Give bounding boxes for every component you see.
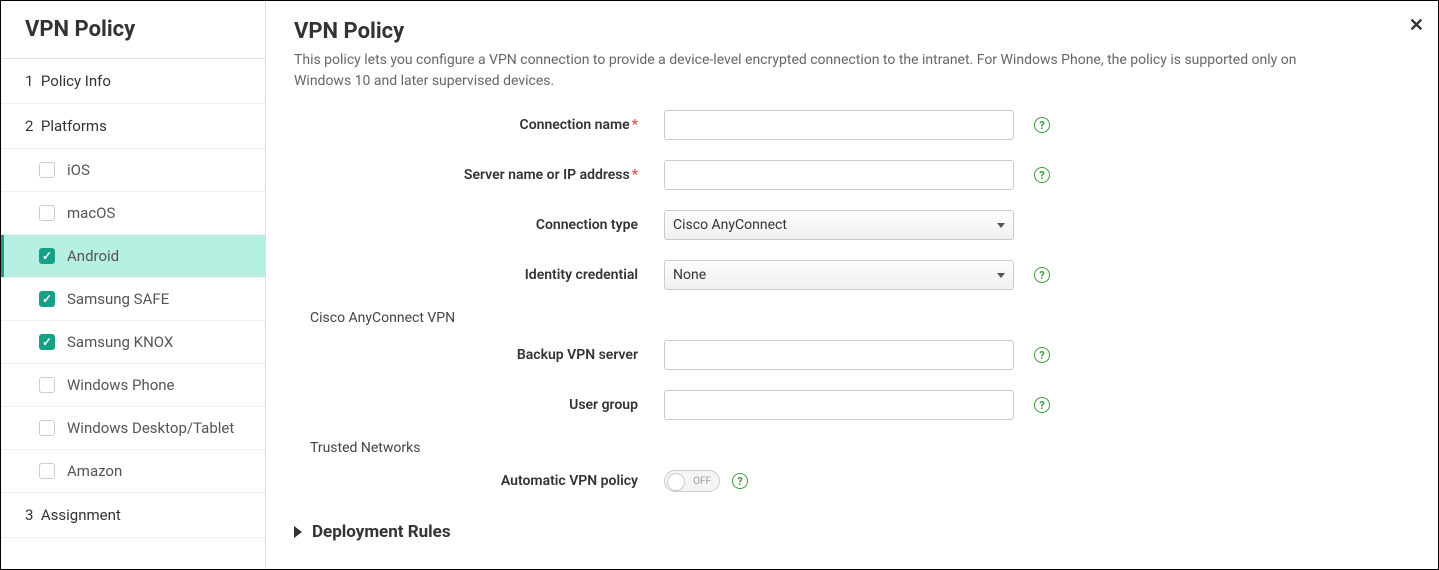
backup-vpn-input[interactable]	[664, 340, 1014, 370]
label-user-group: User group	[294, 397, 664, 413]
checkbox-icon[interactable]	[39, 205, 55, 221]
row-server-name: Server name or IP address* ?	[294, 160, 1410, 190]
auto-vpn-toggle[interactable]: OFF	[664, 470, 720, 492]
toggle-state: OFF	[693, 476, 711, 487]
help-icon[interactable]: ?	[732, 473, 748, 489]
label-server-name: Server name or IP address*	[294, 167, 664, 183]
label-connection-type: Connection type	[294, 217, 664, 233]
close-icon[interactable]: ✕	[1409, 15, 1424, 36]
platform-label: Samsung SAFE	[67, 290, 169, 308]
step-assignment[interactable]: 3 Assignment	[1, 493, 265, 538]
select-value: None	[673, 267, 706, 283]
sidebar-title: VPN Policy	[1, 1, 265, 59]
platform-windows-desktop[interactable]: Windows Desktop/Tablet	[1, 407, 265, 450]
label-auto-vpn: Automatic VPN policy	[294, 473, 664, 489]
row-auto-vpn: Automatic VPN policy OFF ?	[294, 470, 1410, 492]
row-connection-name: Connection name* ?	[294, 110, 1410, 140]
help-icon[interactable]: ?	[1034, 117, 1050, 133]
step-policy-info[interactable]: 1 Policy Info	[1, 59, 265, 104]
connection-name-input[interactable]	[664, 110, 1014, 140]
platform-samsung-safe[interactable]: Samsung SAFE	[1, 278, 265, 321]
row-backup-vpn: Backup VPN server ?	[294, 340, 1410, 370]
section-trusted: Trusted Networks	[310, 440, 1410, 456]
help-icon[interactable]: ?	[1034, 397, 1050, 413]
help-icon[interactable]: ?	[1034, 167, 1050, 183]
row-connection-type: Connection type Cisco AnyConnect	[294, 210, 1410, 240]
platform-label: Windows Desktop/Tablet	[67, 419, 234, 437]
platform-windows-phone[interactable]: Windows Phone	[1, 364, 265, 407]
platform-samsung-knox[interactable]: Samsung KNOX	[1, 321, 265, 364]
help-icon[interactable]: ?	[1034, 347, 1050, 363]
deployment-rules-toggle[interactable]: Deployment Rules	[294, 522, 1410, 542]
step-label: Policy Info	[41, 72, 111, 90]
select-value: Cisco AnyConnect	[673, 217, 787, 233]
main-content: ✕ VPN Policy This policy lets you config…	[266, 1, 1438, 569]
chevron-down-icon	[997, 273, 1005, 278]
step-num: 2	[25, 117, 33, 135]
platform-macos[interactable]: macOS	[1, 192, 265, 235]
identity-credential-select[interactable]: None	[664, 260, 1014, 290]
label-backup-vpn: Backup VPN server	[294, 347, 664, 363]
step-platforms[interactable]: 2 Platforms	[1, 104, 265, 149]
checkbox-icon[interactable]	[39, 291, 55, 307]
chevron-down-icon	[997, 223, 1005, 228]
row-identity-credential: Identity credential None ?	[294, 260, 1410, 290]
checkbox-icon[interactable]	[39, 463, 55, 479]
checkbox-icon[interactable]	[39, 420, 55, 436]
row-user-group: User group ?	[294, 390, 1410, 420]
page-description: This policy lets you configure a VPN con…	[294, 50, 1314, 92]
label-identity-credential: Identity credential	[294, 267, 664, 283]
server-name-input[interactable]	[664, 160, 1014, 190]
checkbox-icon[interactable]	[39, 377, 55, 393]
checkbox-icon[interactable]	[39, 334, 55, 350]
platform-label: iOS	[67, 161, 90, 179]
section-cisco: Cisco AnyConnect VPN	[310, 310, 1410, 326]
label-connection-name: Connection name*	[294, 117, 664, 133]
platform-label: Windows Phone	[67, 376, 175, 394]
platform-label: Samsung KNOX	[67, 333, 173, 351]
step-num: 3	[25, 506, 33, 524]
connection-type-select[interactable]: Cisco AnyConnect	[664, 210, 1014, 240]
step-label: Platforms	[41, 117, 107, 135]
platform-ios[interactable]: iOS	[1, 149, 265, 192]
platform-android[interactable]: Android	[1, 235, 265, 278]
help-icon[interactable]: ?	[1034, 267, 1050, 283]
platform-label: Android	[67, 247, 119, 265]
checkbox-icon[interactable]	[39, 248, 55, 264]
step-label: Assignment	[41, 506, 121, 524]
platform-amazon[interactable]: Amazon	[1, 450, 265, 493]
platform-label: macOS	[67, 204, 115, 222]
checkbox-icon[interactable]	[39, 162, 55, 178]
step-num: 1	[25, 72, 33, 90]
page-title: VPN Policy	[294, 19, 1410, 44]
platform-label: Amazon	[67, 462, 122, 480]
triangle-right-icon	[294, 526, 302, 538]
sidebar: VPN Policy 1 Policy Info 2 Platforms iOS…	[1, 1, 266, 569]
deployment-rules-label: Deployment Rules	[312, 522, 451, 542]
user-group-input[interactable]	[664, 390, 1014, 420]
